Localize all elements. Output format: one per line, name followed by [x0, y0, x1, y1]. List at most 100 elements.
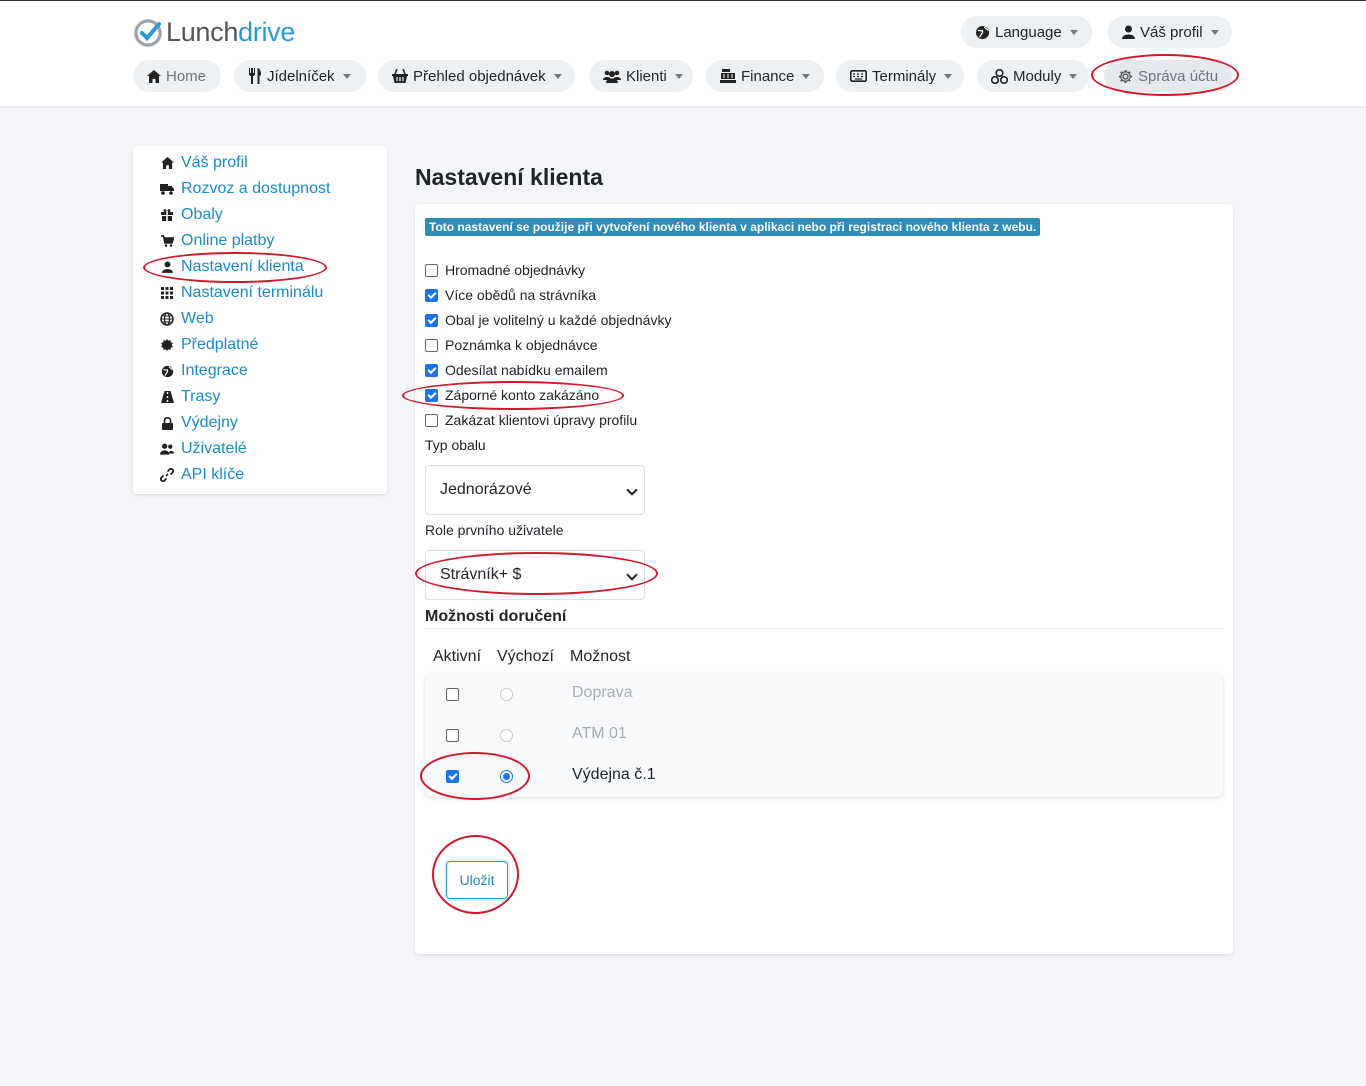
nav-orders[interactable]: Přehled objednávek: [378, 60, 575, 92]
sidebar-item-profile[interactable]: Váš profil: [160, 152, 248, 174]
package-type-value: Jednorázové: [440, 481, 532, 498]
delivery-options-title: Možnosti doručení: [425, 608, 567, 625]
brand-name-part2: drive: [238, 17, 296, 47]
grid-icon: [160, 286, 174, 300]
basket-icon: [392, 69, 408, 83]
checkbox[interactable]: [425, 363, 438, 377]
checkbox-label: Záporné konto zakázáno: [445, 387, 600, 403]
nav-terminals[interactable]: Terminály: [836, 60, 964, 92]
sidebar-item-client-settings[interactable]: Nastavení klienta: [160, 256, 304, 278]
sidebar-item-routes[interactable]: Trasy: [160, 386, 220, 408]
home-icon: [160, 156, 174, 170]
sidebar-item-online-payments[interactable]: Online platby: [160, 230, 274, 252]
delivery-options-list: Doprava ATM 01 Výdejna č.1: [425, 674, 1223, 797]
sidebar-item-terminal-settings[interactable]: Nastavení terminálu: [160, 282, 323, 304]
nav-terminals-label: Terminály: [872, 67, 937, 85]
cash-register-icon: [720, 69, 736, 83]
checkbox[interactable]: [425, 313, 438, 327]
chevron-down-icon: [342, 73, 351, 79]
sidebar-item-api-keys[interactable]: API klíče: [160, 464, 244, 486]
language-dropdown[interactable]: Language: [961, 16, 1092, 48]
checkbox-multiple-lunches[interactable]: Více obědů na strávníka: [425, 285, 596, 305]
nav-finance[interactable]: Finance: [706, 60, 824, 92]
nav-home-label: Home: [166, 67, 207, 85]
sidebar-item-subscription[interactable]: Předplatné: [160, 334, 258, 356]
page-title: Nastavení klienta: [415, 164, 603, 190]
gift-icon: [160, 208, 174, 222]
checkbox-email-offer[interactable]: Odesílat nabídku emailem: [425, 360, 608, 380]
checkbox[interactable]: [425, 388, 438, 402]
users-icon: [160, 442, 174, 456]
checkbox-negative-balance-disabled[interactable]: Záporné konto zakázáno: [425, 385, 599, 405]
active-checkbox[interactable]: [446, 770, 459, 783]
logo-check-icon: [134, 18, 162, 47]
sidebar-item-integration[interactable]: Integrace: [160, 360, 248, 382]
road-icon: [160, 390, 174, 404]
column-header-option: Možnost: [570, 648, 631, 665]
checkbox-order-note[interactable]: Poznámka k objednávce: [425, 335, 598, 355]
users-icon: [603, 70, 621, 83]
checkbox[interactable]: [425, 338, 438, 352]
checkbox[interactable]: [425, 413, 438, 427]
chevron-down-icon: [553, 73, 562, 79]
nav-clients-label: Klienti: [626, 67, 667, 85]
first-user-role-label: Role prvního uživatele: [425, 522, 564, 538]
chevron-down-icon: [674, 73, 683, 79]
globe-icon: [160, 312, 174, 326]
column-header-default: Výchozí: [497, 648, 554, 665]
profile-label: Váš profil: [1140, 23, 1203, 41]
brand-name-part1: Lunch: [166, 17, 239, 47]
default-radio[interactable]: [500, 729, 513, 742]
sidebar-item-label: Obaly: [181, 206, 223, 223]
sidebar-item-delivery[interactable]: Rozvoz a dostupnost: [160, 178, 330, 200]
nav-modules[interactable]: Moduly: [977, 60, 1089, 92]
checkbox[interactable]: [425, 288, 438, 302]
delivery-option-row: ATM 01: [425, 715, 1223, 756]
nav-clients[interactable]: Klienti: [589, 60, 693, 92]
brand-logo[interactable]: Lunchdrive: [134, 17, 295, 48]
delivery-option-name: ATM 01: [572, 725, 627, 742]
sidebar-item-label: Nastavení terminálu: [181, 284, 324, 301]
checkbox-label: Více obědů na strávníka: [445, 287, 596, 303]
sidebar-item-packaging[interactable]: Obaly: [160, 204, 223, 226]
sidebar-item-label: Rozvoz a dostupnost: [181, 180, 331, 197]
active-checkbox[interactable]: [446, 688, 459, 701]
language-label: Language: [995, 23, 1062, 41]
profile-dropdown[interactable]: Váš profil: [1108, 16, 1232, 48]
sidebar-item-label: Web: [181, 310, 214, 327]
sidebar-item-web[interactable]: Web: [160, 308, 214, 330]
sidebar-item-users[interactable]: Uživatelé: [160, 438, 247, 460]
checkbox[interactable]: [425, 263, 438, 277]
nav-home[interactable]: Home: [133, 60, 221, 92]
nav-account-settings[interactable]: Správa účtu: [1104, 60, 1232, 92]
delivery-option-name: Doprava: [572, 684, 633, 701]
default-radio[interactable]: [500, 770, 513, 783]
chevron-down-icon: [944, 73, 953, 79]
certificate-icon: [160, 338, 174, 352]
sidebar-item-label: Výdejny: [181, 414, 238, 431]
home-icon: [147, 69, 161, 83]
globe-icon: [975, 25, 990, 40]
checkbox-bulk-orders[interactable]: Hromadné objednávky: [425, 260, 585, 280]
gear-icon: [1118, 69, 1133, 84]
save-button[interactable]: Uložit: [446, 861, 508, 899]
delivery-option-row: Výdejna č.1: [425, 756, 1223, 797]
active-checkbox[interactable]: [446, 729, 459, 742]
nav-menu[interactable]: Jídelníček: [234, 60, 366, 92]
column-header-active: Aktivní: [433, 648, 482, 665]
divider: [425, 628, 1223, 629]
checkbox-disable-profile-edit[interactable]: Zakázat klientovi úpravy profilu: [425, 410, 637, 430]
settings-card: Toto nastavení se použije při vytvoření …: [415, 204, 1233, 954]
user-icon: [160, 260, 174, 274]
sidebar-item-label: Integrace: [181, 362, 248, 379]
first-user-role-select[interactable]: Strávník+ $: [425, 550, 645, 600]
default-radio[interactable]: [500, 688, 513, 701]
nav-menu-label: Jídelníček: [267, 67, 335, 85]
sidebar-item-pickup-points[interactable]: Výdejny: [160, 412, 238, 434]
checkbox-label: Hromadné objednávky: [445, 262, 586, 278]
checkbox-optional-packaging[interactable]: Obal je volitelný u každé objednávky: [425, 310, 671, 330]
package-type-select[interactable]: Jednorázové: [425, 465, 645, 515]
delivery-option-row: Doprava: [425, 674, 1223, 715]
chevron-down-icon: [1069, 29, 1078, 35]
chevron-down-icon: [1069, 73, 1078, 79]
